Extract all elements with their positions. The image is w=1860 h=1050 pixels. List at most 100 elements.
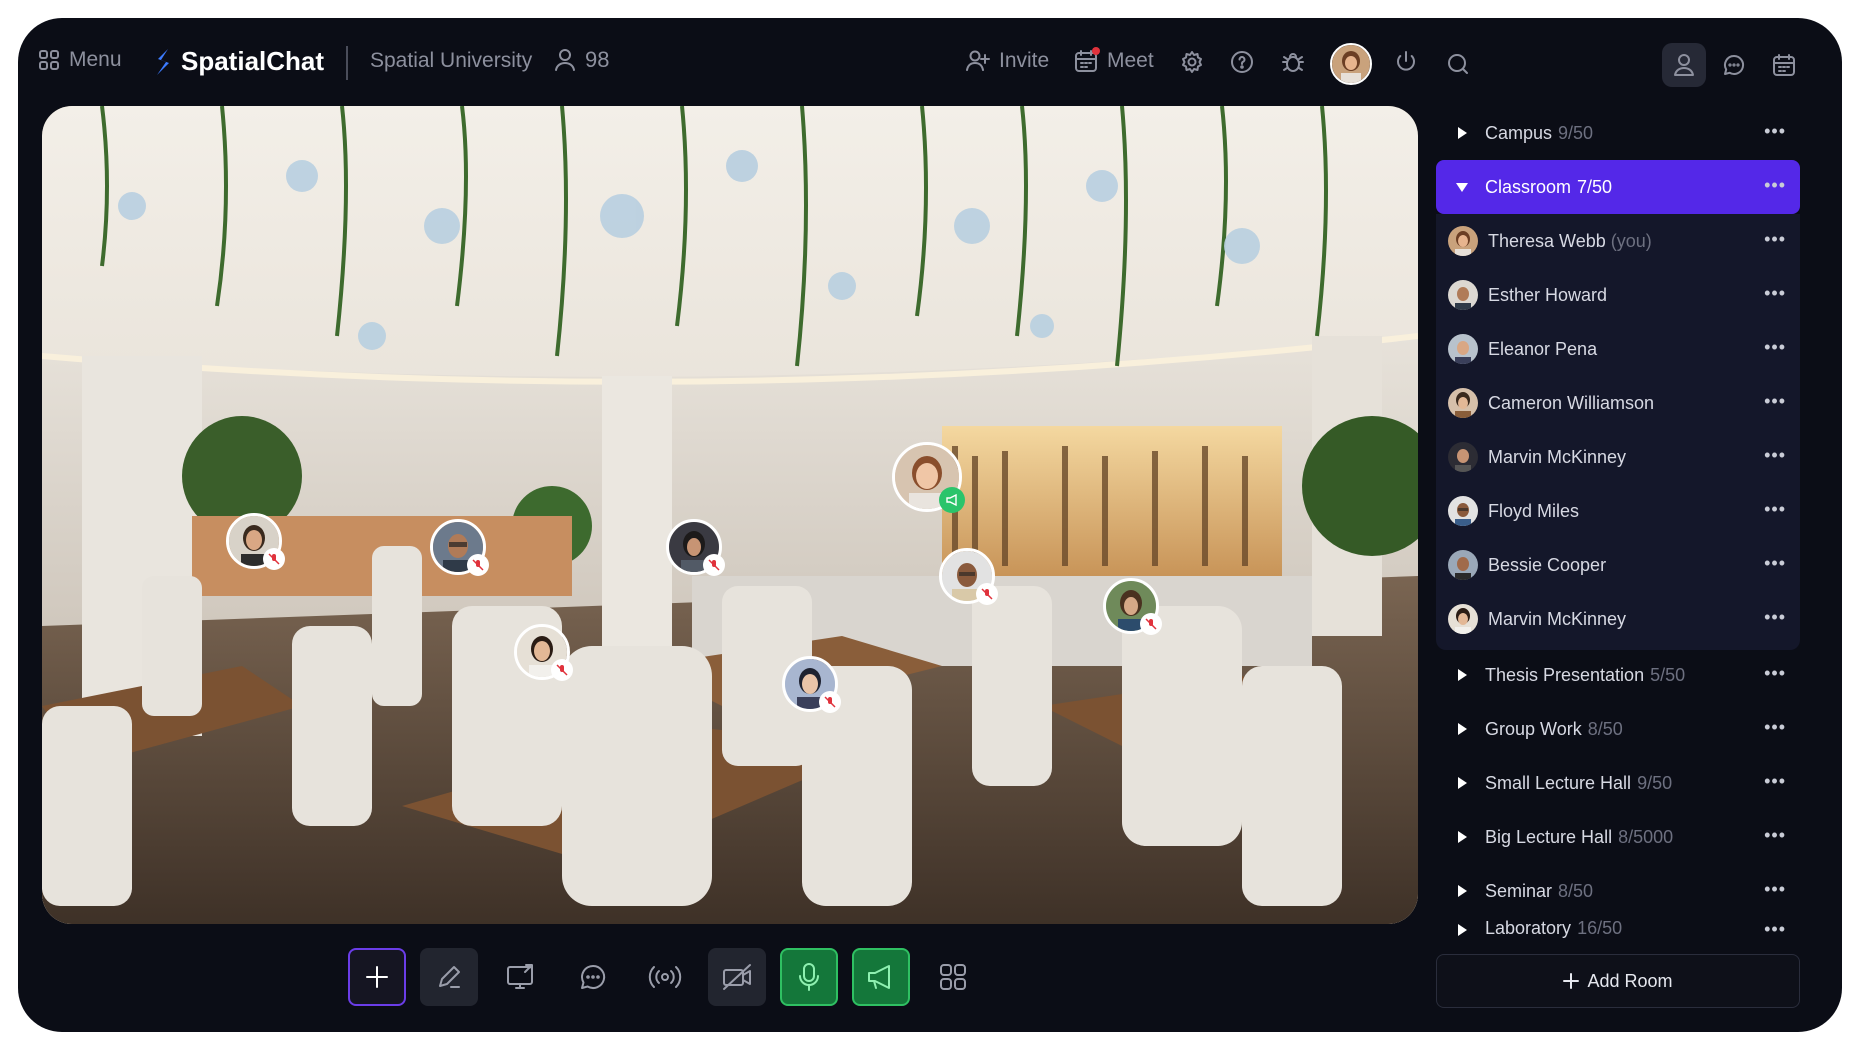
member-item[interactable]: Theresa Webb (you) ••• — [1436, 214, 1800, 268]
more-options-icon[interactable]: ••• — [1764, 500, 1786, 518]
participant-avatar[interactable] — [666, 519, 725, 576]
room-count: 7/50 — [1577, 176, 1613, 197]
chat-tab[interactable] — [1712, 43, 1756, 87]
participant-avatar[interactable] — [782, 656, 841, 713]
member-item[interactable]: Marvin McKinney ••• — [1436, 592, 1800, 646]
expand-arrow-icon — [1458, 885, 1467, 897]
member-item[interactable]: Floyd Miles ••• — [1436, 484, 1800, 538]
screen-share-icon — [507, 964, 533, 989]
participant-avatar[interactable] — [430, 519, 489, 576]
camera-toggle-button[interactable] — [708, 948, 766, 1006]
collapse-arrow-icon — [1456, 182, 1468, 192]
more-options-icon[interactable]: ••• — [1764, 664, 1786, 682]
room-item-active[interactable]: Classroom 7/50 ••• — [1436, 160, 1800, 214]
rooms-sidebar: Campus 9/50 ••• Classroom 7/50 ••• There… — [1436, 106, 1800, 946]
participant-avatar[interactable] — [226, 513, 285, 570]
apps-grid-icon — [940, 964, 966, 990]
brand-logo[interactable]: SpatialChat — [154, 46, 324, 77]
more-options-icon[interactable]: ••• — [1764, 122, 1786, 140]
member-item[interactable]: Marvin McKinney ••• — [1436, 430, 1800, 484]
more-options-icon[interactable]: ••• — [1764, 230, 1786, 248]
more-options-icon[interactable]: ••• — [1764, 176, 1786, 194]
room-item[interactable]: Group Work 8/50 ••• — [1436, 702, 1800, 756]
room-item[interactable]: Seminar 8/50 ••• — [1436, 864, 1800, 918]
space-name[interactable]: Spatial University — [370, 49, 532, 73]
more-options-icon[interactable]: ••• — [1764, 608, 1786, 626]
brand-name: SpatialChat — [181, 46, 325, 76]
expand-arrow-icon — [1458, 831, 1467, 843]
more-options-icon[interactable]: ••• — [1764, 392, 1786, 410]
megaphone-icon — [868, 965, 890, 989]
avatar — [1448, 334, 1478, 364]
member-item[interactable]: Esther Howard ••• — [1436, 268, 1800, 322]
broadcast-button[interactable] — [636, 948, 694, 1006]
participant-avatar[interactable] — [1103, 578, 1162, 635]
room-item[interactable]: Thesis Presentation 5/50 ••• — [1436, 648, 1800, 702]
expand-arrow-icon — [1458, 127, 1467, 139]
schedule-tab[interactable] — [1762, 43, 1806, 87]
participant-avatar-speaking[interactable] — [892, 442, 965, 513]
avatar — [1330, 43, 1372, 85]
room-count: 8/50 — [1558, 880, 1594, 901]
meet-button[interactable]: Meet — [1074, 47, 1154, 73]
participant-avatar[interactable] — [514, 624, 573, 681]
add-room-label: Add Room — [1587, 970, 1673, 991]
room-item[interactable]: Laboratory 16/50 ••• — [1436, 918, 1800, 946]
member-item[interactable]: Cameron Williamson ••• — [1436, 376, 1800, 430]
invite-label: Invite — [999, 49, 1050, 72]
more-options-icon[interactable]: ••• — [1764, 920, 1786, 938]
participant-count[interactable]: 98 — [554, 47, 609, 73]
user-plus-icon — [966, 50, 990, 71]
microphone-button[interactable] — [780, 948, 838, 1006]
chat-icon — [1724, 54, 1745, 75]
room-name: Laboratory — [1485, 918, 1572, 938]
add-button[interactable] — [348, 948, 406, 1006]
power-icon — [1397, 51, 1415, 71]
member-name: Theresa Webb — [1488, 230, 1606, 251]
plus-icon — [366, 966, 388, 988]
settings-button[interactable] — [1180, 50, 1204, 74]
member-item[interactable]: Eleanor Pena ••• — [1436, 322, 1800, 376]
more-options-icon[interactable]: ••• — [1764, 338, 1786, 356]
more-options-icon[interactable]: ••• — [1764, 446, 1786, 464]
add-room-button[interactable]: Add Room — [1436, 954, 1800, 1008]
menu-button[interactable]: Menu — [38, 48, 122, 72]
member-suffix: (you) — [1610, 230, 1652, 251]
room-item[interactable]: Campus 9/50 ••• — [1436, 106, 1800, 160]
more-options-icon[interactable]: ••• — [1764, 554, 1786, 572]
grid-icon — [39, 50, 59, 70]
room-canvas[interactable] — [42, 106, 1418, 924]
muted-mic-icon — [551, 659, 573, 681]
chat-button[interactable] — [564, 948, 622, 1006]
search-button[interactable] — [1446, 52, 1470, 76]
more-options-icon[interactable]: ••• — [1764, 772, 1786, 790]
room-count: 16/50 — [1577, 918, 1623, 938]
expand-arrow-icon — [1458, 924, 1467, 936]
room-count: 8/5000 — [1618, 826, 1674, 847]
screen-share-button[interactable] — [492, 948, 550, 1006]
draw-button[interactable] — [420, 948, 478, 1006]
avatar — [1448, 496, 1478, 526]
more-options-icon[interactable]: ••• — [1764, 880, 1786, 898]
more-options-icon[interactable]: ••• — [1764, 284, 1786, 302]
more-options-icon[interactable]: ••• — [1764, 826, 1786, 844]
apps-button[interactable] — [924, 948, 982, 1006]
member-item[interactable]: Bessie Cooper ••• — [1436, 538, 1800, 592]
pencil-icon — [439, 966, 460, 988]
help-button[interactable] — [1230, 50, 1254, 74]
participant-avatar[interactable] — [939, 548, 998, 605]
avatar — [1448, 550, 1478, 580]
megaphone-button[interactable] — [852, 948, 910, 1006]
leave-button[interactable] — [1394, 50, 1418, 74]
expand-arrow-icon — [1458, 723, 1467, 735]
invite-button[interactable]: Invite — [966, 49, 1049, 73]
my-avatar-button[interactable] — [1330, 43, 1372, 85]
room-item[interactable]: Small Lecture Hall 9/50 ••• — [1436, 756, 1800, 810]
member-name: Marvin McKinney — [1488, 608, 1627, 629]
people-tab[interactable] — [1662, 43, 1706, 87]
more-options-icon[interactable]: ••• — [1764, 718, 1786, 736]
member-name: Eleanor Pena — [1488, 338, 1598, 359]
room-item[interactable]: Big Lecture Hall 8/5000 ••• — [1436, 810, 1800, 864]
help-icon — [1231, 51, 1253, 73]
bug-report-button[interactable] — [1282, 50, 1304, 74]
